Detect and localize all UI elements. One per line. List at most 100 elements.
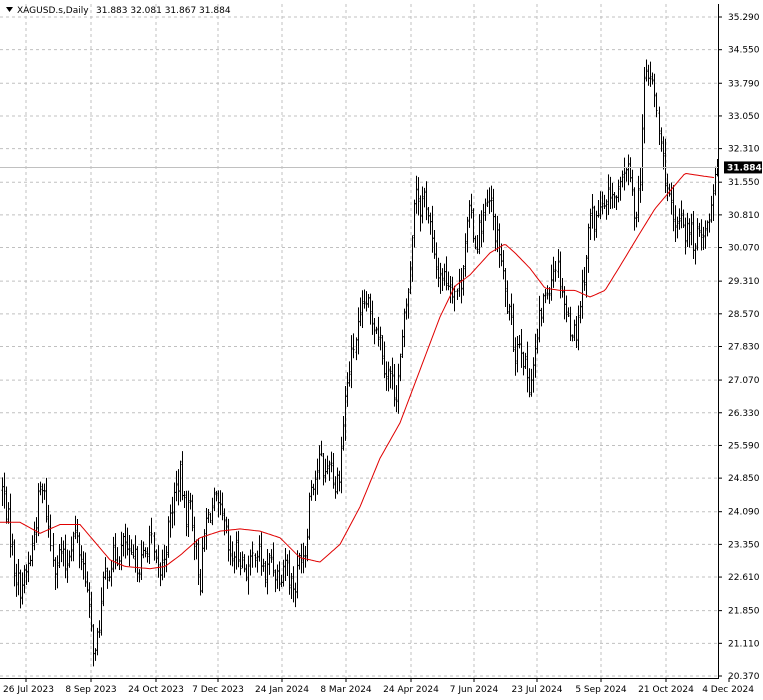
- y-tick-label: 29.310: [728, 277, 760, 287]
- ohlc-bar: [546, 285, 549, 300]
- ohlc-bar: [361, 290, 364, 328]
- ohlc-bar: [163, 544, 166, 578]
- ohlc-bar: [439, 262, 442, 294]
- ohlc-bar: [241, 551, 244, 569]
- ohlc-bar: [243, 554, 246, 573]
- ohlc-bar: [239, 552, 242, 576]
- ohlc-bar: [292, 566, 295, 603]
- x-tick-label: 24 Oct 2023: [128, 685, 184, 695]
- x-tick-label: 7 Jun 2024: [450, 685, 499, 695]
- ohlc-bar: [19, 569, 22, 609]
- ohlc-bar: [346, 372, 349, 407]
- ohlc-bar: [449, 275, 452, 304]
- x-tick-label: 26 Jul 2023: [3, 685, 54, 695]
- ohlc-bar: [662, 136, 665, 170]
- ohlc-bar: [9, 493, 12, 558]
- price-chart[interactable]: 35.290 34.550 33.790 33.050 32.310 31.550 30.8…: [0, 0, 763, 700]
- ohlc-bar: [447, 271, 450, 291]
- ohlc-bar: [603, 194, 606, 210]
- ohlc-bar: [318, 445, 321, 480]
- ohlc-bar: [389, 366, 392, 389]
- ohlc-bar: [468, 200, 471, 228]
- y-tick-label: 30.070: [728, 244, 760, 254]
- ohlc-bar: [82, 551, 85, 580]
- ohlc-bar: [621, 170, 624, 188]
- ohlc-bar: [540, 307, 543, 327]
- ohlc-bar: [37, 483, 40, 537]
- x-tick-label: 23 Jul 2024: [512, 685, 563, 695]
- ohlc-bar: [373, 318, 376, 345]
- ohlc-bar: [5, 486, 8, 524]
- ohlc-bar: [338, 470, 341, 492]
- y-tick-label: 34.550: [728, 46, 760, 56]
- ohlc-bar: [193, 516, 196, 561]
- y-tick-label: 31.550: [728, 178, 760, 188]
- ohlc-bar: [316, 458, 319, 495]
- ohlc-bar: [296, 550, 299, 599]
- ohlc-bar: [352, 333, 355, 359]
- ohlc-bar: [294, 582, 297, 608]
- ohlc-bar: [617, 179, 620, 203]
- ohlc-bar: [651, 72, 654, 85]
- ohlc-bar: [585, 254, 588, 298]
- ohlc-bar: [270, 549, 273, 563]
- ohlc-bar: [371, 300, 374, 335]
- ohlc-bar: [698, 222, 701, 237]
- time-axis[interactable]: 26 Jul 2023 8 Sep 2023 24 Oct 2023 7 Dec 20…: [3, 678, 754, 695]
- ohlc-bar: [623, 157, 626, 191]
- ohlc-bar: [308, 492, 311, 540]
- ohlc-bar: [96, 627, 99, 656]
- ohlc-bar: [189, 492, 192, 510]
- ohlc-bar: [571, 334, 574, 342]
- ohlc-bar: [383, 341, 386, 379]
- ohlc-bar: [326, 455, 329, 475]
- ohlc-bar: [575, 316, 578, 349]
- ohlc-bar: [619, 176, 622, 201]
- ohlc-bar: [223, 508, 226, 536]
- ohlc-bar: [635, 211, 638, 228]
- ohlc-bar: [542, 293, 545, 323]
- ohlc-bar: [233, 551, 236, 574]
- ohlc-bar: [425, 181, 428, 221]
- collapse-triangle-icon[interactable]: [6, 7, 13, 12]
- ohlc-bar: [167, 516, 170, 558]
- ohlc-bar: [332, 453, 335, 489]
- ohlc-bar: [399, 353, 402, 382]
- ohlc-bar: [443, 263, 446, 286]
- ohlc-bar: [684, 217, 687, 255]
- ohlc-bar: [526, 341, 529, 393]
- ohlc-bar: [324, 458, 327, 483]
- ohlc-bar: [579, 300, 582, 324]
- ohlc-bar: [15, 563, 18, 597]
- ohlc-bar: [251, 541, 254, 568]
- ohlc-bar: [365, 291, 368, 312]
- ohlc-bar: [377, 316, 380, 347]
- ohlc-bar: [130, 539, 133, 555]
- ohlc-bar: [110, 560, 113, 587]
- ohlc-bar: [385, 361, 388, 391]
- ohlc-bar: [415, 175, 418, 214]
- ohlc-bar: [150, 517, 153, 544]
- x-tick-label: 8 Mar 2024: [320, 685, 372, 695]
- ohlc-bar: [159, 562, 162, 587]
- ohlc-bar: [528, 368, 531, 398]
- ohlc-bar: [306, 528, 309, 562]
- ohlc-bar: [157, 545, 160, 578]
- ohlc-bar: [411, 235, 414, 282]
- ohlc-bar: [330, 451, 333, 473]
- x-tick-label: 8 Sep 2023: [65, 685, 116, 695]
- ohlc-bar: [171, 496, 174, 529]
- ohlc-bar: [132, 544, 135, 559]
- ohlc-bar: [76, 518, 79, 544]
- ohlc-bar: [550, 264, 553, 301]
- ohlc-bar: [29, 555, 32, 567]
- ohlc-bar: [641, 114, 644, 191]
- ohlc-bar: [653, 73, 656, 108]
- ohlc-bar: [207, 508, 210, 524]
- ohlc-bar: [611, 182, 614, 209]
- ohlc-bar: [359, 297, 362, 327]
- price-axis[interactable]: 35.290 34.550 33.790 33.050 32.310 31.550 30.8…: [718, 13, 762, 682]
- ohlc-bar: [694, 243, 697, 265]
- ohlc-bar: [185, 490, 188, 537]
- ohlc-bar: [266, 549, 269, 595]
